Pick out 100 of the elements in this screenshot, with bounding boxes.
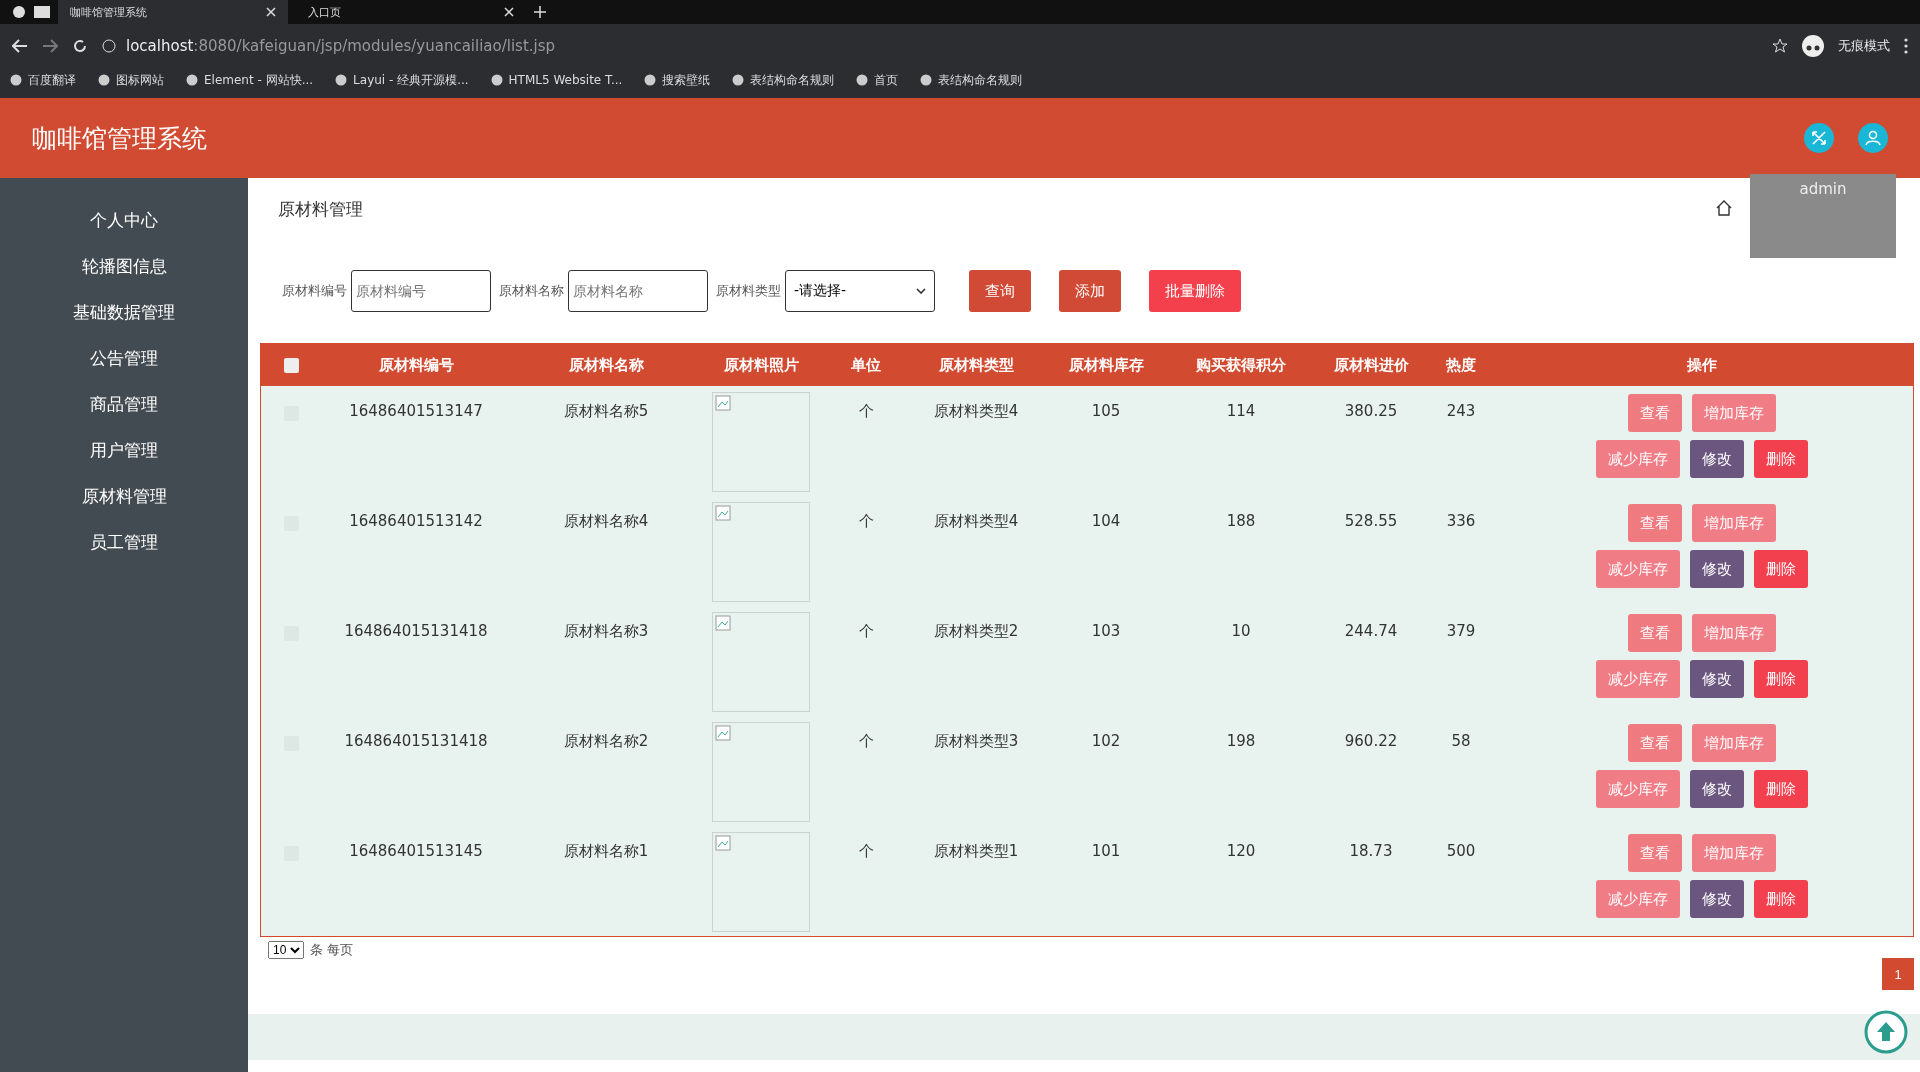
table-cell-text: 336	[1445, 511, 1477, 530]
reload-icon[interactable]	[72, 38, 88, 54]
home-icon[interactable]	[1716, 200, 1732, 216]
bookmark-icon	[732, 74, 745, 86]
column-header: 原材料进价	[1332, 355, 1410, 375]
table-cell-text: 原材料类型4	[932, 401, 1020, 421]
new-tab-icon[interactable]	[534, 6, 546, 18]
action-button[interactable]: 删除	[1754, 770, 1808, 808]
page-size-select[interactable]: 10	[268, 941, 304, 959]
sidebar-item[interactable]: 轮播图信息	[81, 254, 167, 278]
browser-tab[interactable]: 入口页	[296, 0, 526, 24]
table-cell-text: 16486401513147	[348, 401, 484, 420]
bookmark[interactable]: 首页	[856, 71, 899, 89]
table-cell-text: 个	[857, 731, 875, 751]
broken-image-icon	[715, 835, 731, 851]
table-cell-text: 104	[1090, 511, 1122, 530]
select-all-checkbox[interactable]	[283, 357, 299, 373]
sidebar-item[interactable]: 用户管理	[90, 438, 158, 462]
table-cell-text: 101	[1090, 841, 1122, 860]
table-cell-text: 500	[1445, 841, 1477, 860]
type-select[interactable]: -请选择-	[785, 270, 935, 312]
bookmark-icon	[856, 74, 869, 86]
browser-tab[interactable]: 咖啡馆管理系统	[58, 0, 288, 24]
table-cell-text: 原材料类型2	[932, 621, 1020, 641]
search-button[interactable]: 查询	[969, 270, 1031, 312]
sidebar-item[interactable]: 原材料管理	[81, 484, 167, 508]
sidebar-item[interactable]: 基础数据管理	[73, 300, 175, 324]
page-size-label: 条 每页	[310, 941, 354, 959]
table-cell-text: 原材料类型4	[932, 511, 1020, 531]
broken-image-icon	[715, 615, 731, 631]
action-button[interactable]: 修改	[1690, 770, 1744, 808]
bookmark[interactable]: Layui - 经典开源模...	[335, 71, 469, 89]
page-button[interactable]: 1	[1882, 958, 1914, 990]
action-button[interactable]: 删除	[1754, 440, 1808, 478]
sidebar-item[interactable]: 个人中心	[90, 208, 158, 232]
bookmark[interactable]: 表结构命名规则	[732, 71, 835, 89]
page-title: 原材料管理	[278, 198, 363, 221]
table-cell-text: 105	[1090, 401, 1122, 420]
globe-icon	[12, 5, 26, 19]
field-label: 原材料类型	[716, 282, 781, 300]
broken-image-icon	[715, 725, 731, 741]
table-cell-text: 528.55	[1343, 511, 1399, 530]
table-cell-text: 58	[1450, 731, 1472, 750]
action-button[interactable]: 修改	[1690, 880, 1744, 918]
app-title: 咖啡馆管理系统	[32, 122, 207, 155]
sidebar-item[interactable]: 员工管理	[90, 530, 158, 554]
incognito-icon	[1802, 35, 1824, 57]
table-cell-text: 960.22	[1343, 731, 1399, 750]
batch-delete-button[interactable]: 批量删除	[1149, 270, 1241, 312]
back-to-top-icon[interactable]	[1864, 1010, 1908, 1054]
bookmark[interactable]: 百度翻译	[10, 71, 76, 89]
bookmark[interactable]: HTML5 Website T...	[490, 73, 623, 87]
menu-icon[interactable]	[1904, 38, 1908, 54]
table-cell-text: 原材料名称5	[562, 401, 650, 421]
action-button[interactable]: 删除	[1754, 550, 1808, 588]
bookmark[interactable]: 图标网站	[98, 71, 164, 89]
close-icon[interactable]	[504, 7, 514, 17]
search-field[interactable]: 原材料编号	[351, 270, 491, 312]
table-cell-text: 个	[857, 511, 875, 531]
caret-icon	[916, 288, 926, 294]
action-button[interactable]: 修改	[1690, 660, 1744, 698]
bookmark-icon	[335, 74, 348, 86]
action-button[interactable]: 删除	[1754, 660, 1808, 698]
bookmark-icon	[98, 74, 110, 86]
table-cell-text: 120	[1225, 841, 1257, 860]
close-icon[interactable]	[266, 7, 276, 17]
user-button[interactable]	[1858, 123, 1888, 153]
arrows-icon	[1811, 130, 1827, 146]
column-header: 原材料库存	[1067, 355, 1145, 375]
table-cell-text: 个	[857, 621, 875, 641]
table-cell-text: 原材料名称3	[562, 621, 650, 641]
user-icon	[1865, 130, 1881, 146]
address-field[interactable]: localhost:8080/kafeiguan/jsp/modules/yuancailiao/list.jsp	[126, 37, 556, 55]
sidebar-item[interactable]: 公告管理	[90, 346, 158, 370]
search-button[interactable]: 添加	[1059, 270, 1121, 312]
column-header: 热度	[1445, 355, 1477, 375]
sidebar-item[interactable]: 商品管理	[90, 392, 158, 416]
column-header: 购买获得积分	[1195, 355, 1287, 375]
table-cell-text: 380.25	[1343, 401, 1399, 420]
fullscreen-button[interactable]	[1804, 123, 1834, 153]
action-button[interactable]: 删除	[1754, 880, 1808, 918]
back-icon[interactable]	[12, 39, 28, 53]
field-label: 原材料编号	[282, 282, 347, 300]
search-field[interactable]: 原材料名称	[568, 270, 708, 312]
action-button[interactable]: 修改	[1690, 550, 1744, 588]
table-cell-text: 个	[857, 841, 875, 861]
column-header: 原材料照片	[722, 355, 800, 375]
forward-icon[interactable]	[42, 39, 58, 53]
bookmark[interactable]: 表结构命名规则	[920, 71, 1023, 89]
broken-image-icon	[715, 395, 731, 411]
bookmark-icon	[920, 74, 933, 86]
star-icon[interactable]	[1772, 38, 1788, 54]
table-cell-text: 原材料名称1	[562, 841, 650, 861]
action-button[interactable]: 修改	[1690, 440, 1744, 478]
bookmark[interactable]: Element - 网站快...	[186, 71, 314, 89]
field-label: 原材料名称	[499, 282, 564, 300]
table-cell-text: 个	[857, 401, 875, 421]
table-cell-text: 原材料名称4	[562, 511, 650, 531]
bookmark[interactable]: 搜索壁纸	[644, 71, 711, 89]
bookmark-icon	[10, 74, 22, 86]
